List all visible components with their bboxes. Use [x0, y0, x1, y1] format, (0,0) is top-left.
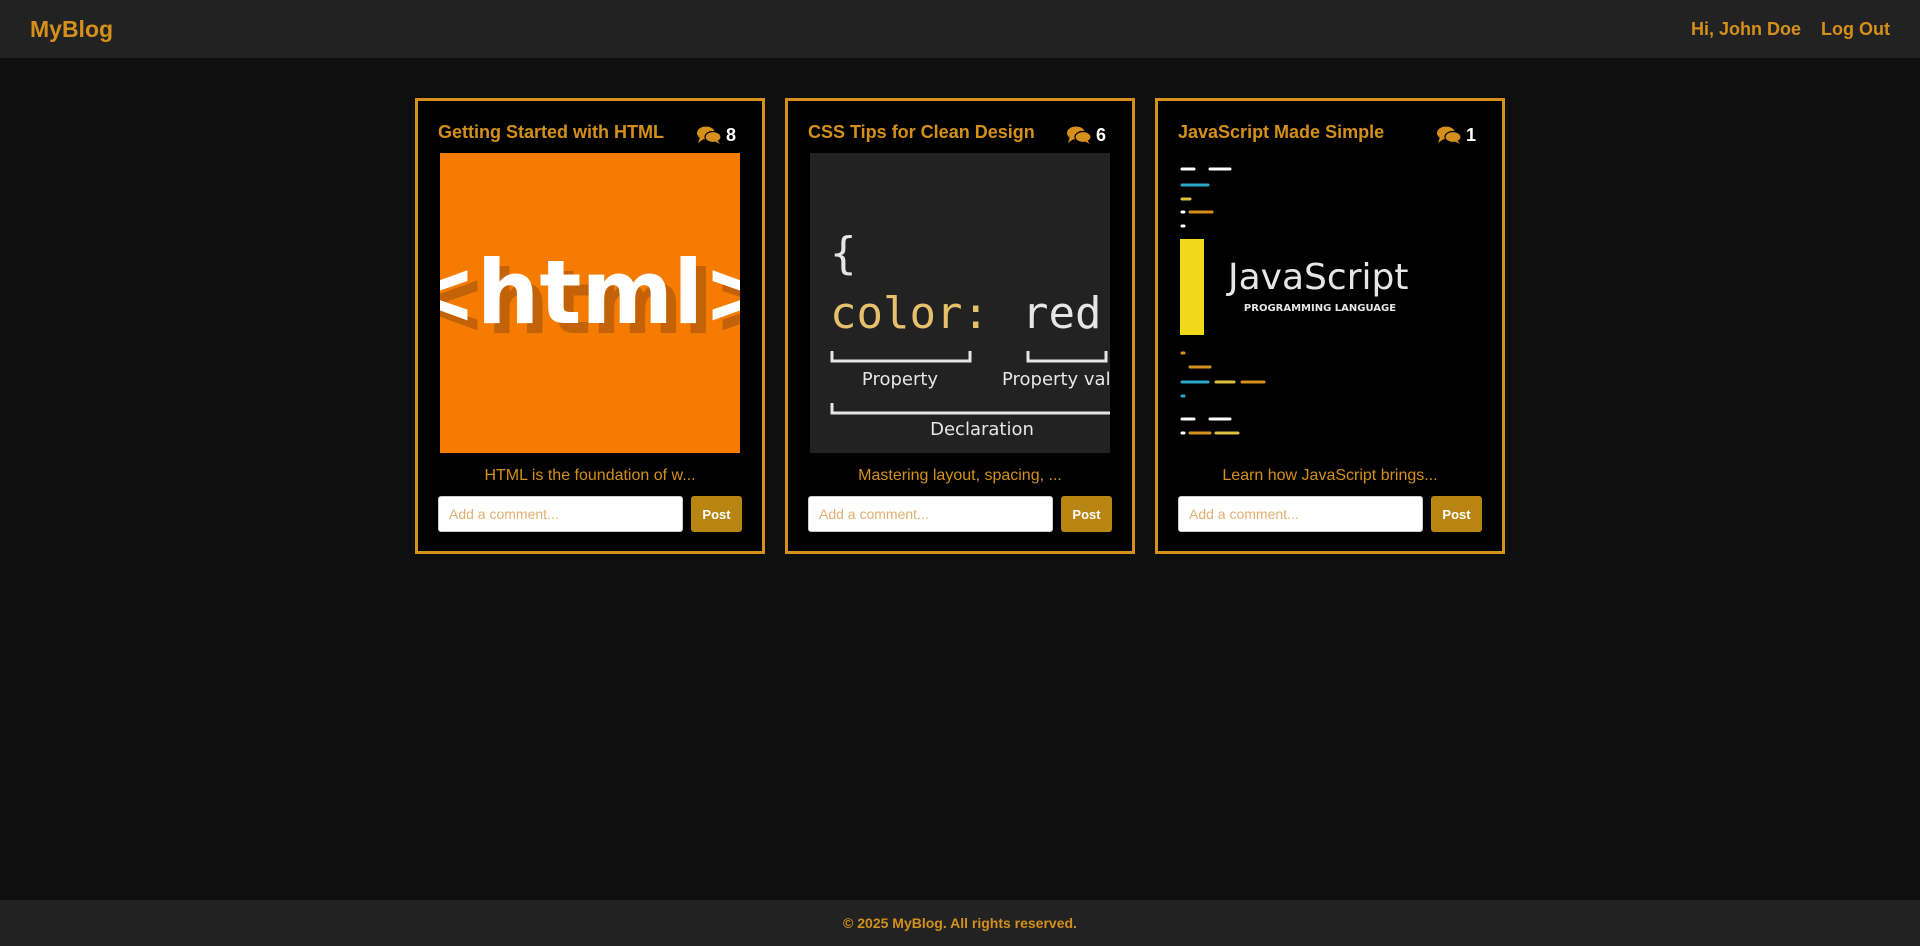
image-declaration-label: Declaration: [930, 419, 1034, 440]
post-card-css[interactable]: CSS Tips for Clean Design 6 { color: red…: [785, 98, 1135, 554]
image-js-subtitle: PROGRAMMING LANGUAGE: [1244, 303, 1396, 314]
footer-copyright: © 2025 MyBlog. All rights reserved.: [843, 915, 1077, 931]
comment-counter: 8: [696, 125, 736, 146]
comment-input[interactable]: [808, 496, 1053, 532]
card-header: JavaScript Made Simple 1: [1178, 121, 1482, 151]
post-comment-button[interactable]: Post: [1431, 496, 1482, 532]
page-footer: © 2025 MyBlog. All rights reserved.: [0, 900, 1920, 946]
nav-right: Hi, John Doe Log Out: [1691, 19, 1890, 40]
post-image[interactable]: <html> <html>: [440, 153, 740, 453]
comments-icon: [696, 126, 721, 145]
comment-form: Post: [1178, 496, 1482, 532]
comments-icon: [1436, 126, 1461, 145]
post-comment-button[interactable]: Post: [1061, 496, 1112, 532]
comment-count: 1: [1465, 125, 1476, 145]
comment-count: 8: [725, 125, 736, 145]
comment-input[interactable]: [438, 496, 683, 532]
image-property-label: Property: [862, 369, 939, 390]
image-html-text: <html>: [440, 241, 740, 344]
image-brace: {: [830, 228, 857, 279]
comment-count: 6: [1095, 125, 1106, 145]
comment-form: Post: [438, 496, 742, 532]
post-cards: Getting Started with HTML 8 <html> <html…: [415, 98, 1505, 554]
card-header: CSS Tips for Clean Design 6: [808, 121, 1112, 151]
image-value: red;: [1022, 288, 1110, 339]
post-comment-button[interactable]: Post: [691, 496, 742, 532]
post-image[interactable]: JavaScript PROGRAMMING LANGUAGE: [1180, 153, 1480, 453]
post-image[interactable]: { color: red; Property Property value De…: [810, 153, 1110, 453]
post-excerpt: Learn how JavaScript brings...: [1222, 467, 1438, 484]
post-excerpt: Mastering layout, spacing, ...: [858, 467, 1062, 484]
image-property: color:: [830, 288, 989, 339]
post-card-html[interactable]: Getting Started with HTML 8 <html> <html…: [415, 98, 765, 554]
post-card-javascript[interactable]: JavaScript Made Simple 1 JavaScript PROG…: [1155, 98, 1505, 554]
post-title[interactable]: CSS Tips for Clean Design: [808, 121, 1035, 143]
user-greeting-link[interactable]: Hi, John Doe: [1691, 19, 1801, 40]
brand-logo[interactable]: MyBlog: [30, 16, 113, 43]
comments-icon: [1066, 126, 1091, 145]
post-title[interactable]: JavaScript Made Simple: [1178, 121, 1384, 143]
card-header: Getting Started with HTML 8: [438, 121, 742, 151]
comment-form: Post: [808, 496, 1112, 532]
comment-input[interactable]: [1178, 496, 1423, 532]
image-value-label: Property value: [1002, 369, 1110, 390]
top-navbar: MyBlog Hi, John Doe Log Out: [0, 0, 1920, 58]
comment-counter: 1: [1436, 125, 1476, 146]
post-title[interactable]: Getting Started with HTML: [438, 121, 664, 143]
post-excerpt: HTML is the foundation of w...: [484, 467, 696, 484]
image-js-title: JavaScript: [1226, 257, 1408, 298]
comment-counter: 6: [1066, 125, 1106, 146]
logout-link[interactable]: Log Out: [1821, 19, 1890, 40]
